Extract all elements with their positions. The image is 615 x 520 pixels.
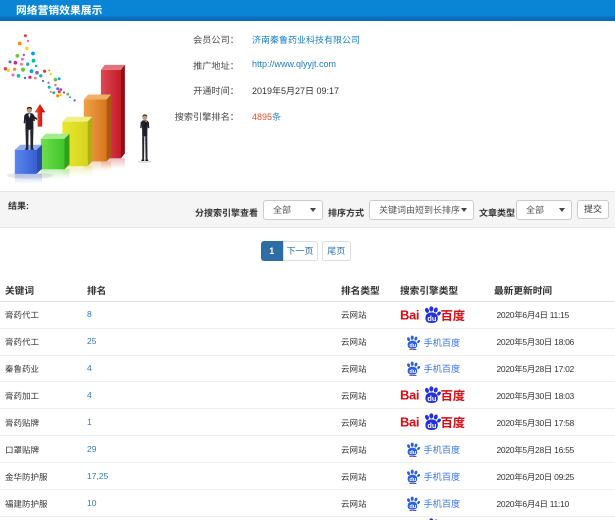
svg-text:手机百度: 手机百度 xyxy=(424,472,461,482)
svg-text:du: du xyxy=(409,369,416,375)
svg-text:du: du xyxy=(427,314,437,323)
svg-text:手机百度: 手机百度 xyxy=(424,365,461,375)
svg-text:百度: 百度 xyxy=(441,309,466,323)
svg-text:du: du xyxy=(409,477,416,483)
svg-text:Bai: Bai xyxy=(400,388,419,403)
svg-text:du: du xyxy=(427,394,437,403)
svg-text:手机百度: 手机百度 xyxy=(424,499,461,509)
svg-text:手机百度: 手机百度 xyxy=(424,338,461,348)
svg-text:手机百度: 手机百度 xyxy=(424,445,461,455)
svg-text:du: du xyxy=(409,343,416,349)
svg-text:百度: 百度 xyxy=(441,389,466,403)
svg-text:du: du xyxy=(427,421,437,430)
svg-text:百度: 百度 xyxy=(441,416,466,430)
svg-text:du: du xyxy=(409,504,416,510)
svg-text:Bai: Bai xyxy=(400,307,419,322)
svg-text:du: du xyxy=(409,450,416,456)
svg-text:Bai: Bai xyxy=(400,415,419,430)
